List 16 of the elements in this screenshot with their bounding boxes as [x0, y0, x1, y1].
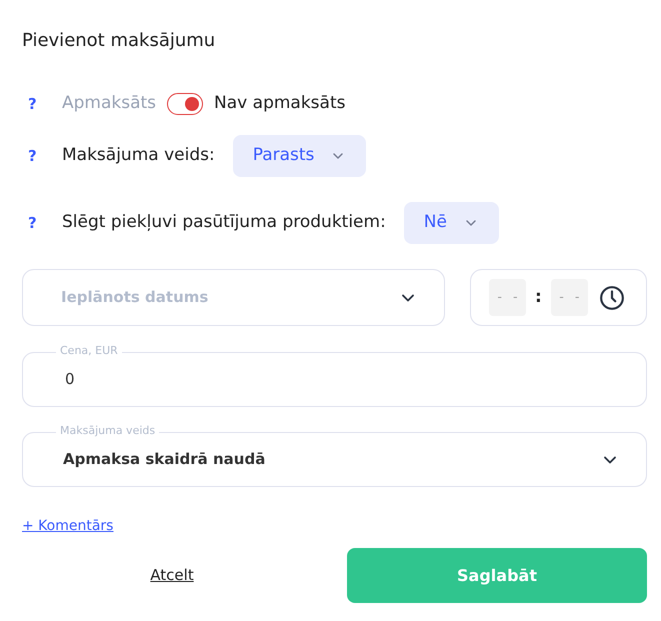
field-label: Slēgt piekļuvi pasūtījuma produktiem: [62, 211, 386, 234]
clock-icon[interactable] [598, 284, 625, 310]
time-separator: : [535, 286, 542, 309]
field-floating-label: Maksājuma veids [56, 423, 160, 439]
help-icon[interactable]: ? [28, 92, 42, 116]
dropdown-button[interactable]: Parasts [232, 135, 366, 177]
help-icon[interactable]: ? [28, 212, 42, 234]
field-label: Maksājuma veids: [62, 144, 215, 168]
dialog-title: Pievienot maksājumu [22, 29, 216, 53]
toggle-switch[interactable] [167, 93, 204, 115]
cancel-button[interactable]: Atcelt [22, 548, 322, 603]
toggle-label: Nav apmaksāts [214, 92, 346, 116]
toggle-label: Apmaksāts [62, 92, 156, 116]
help-icon[interactable]: ? [28, 144, 42, 168]
add-comment-link[interactable]: + Komentārs [22, 518, 114, 534]
dropdown-button[interactable]: Nē [404, 202, 499, 244]
